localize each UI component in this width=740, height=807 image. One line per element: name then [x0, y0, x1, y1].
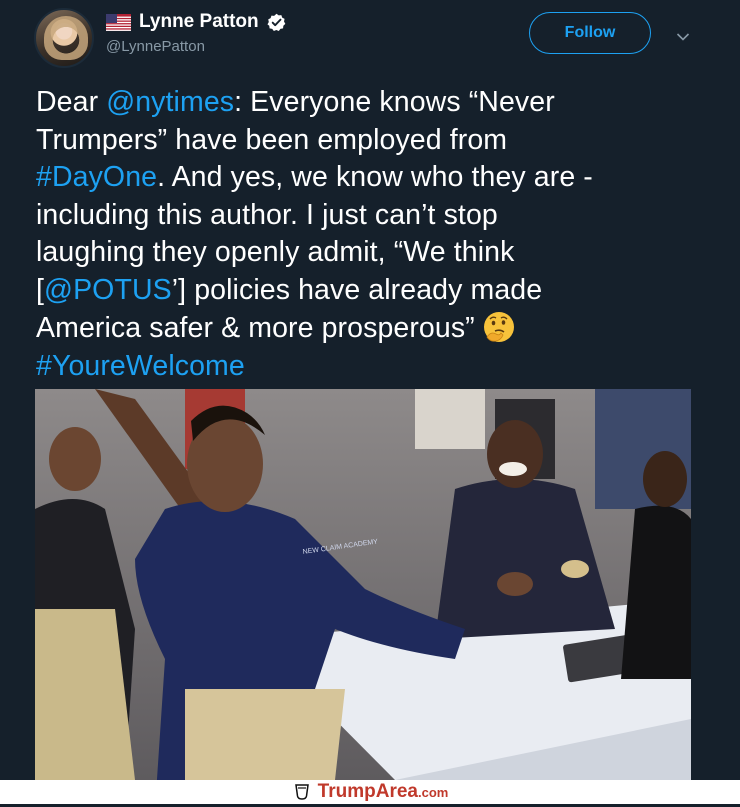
brand-domain: .com: [417, 785, 449, 800]
tweet-text-run: [: [36, 273, 45, 306]
name-row: Lynne Patton: [106, 9, 286, 35]
brand-logo-text[interactable]: TrumpArea.com: [318, 781, 449, 803]
tweet-text-run: ’] policies have already made: [171, 273, 543, 306]
tweet-line: #DayOne. And yes, we know who they are -: [36, 159, 716, 197]
follow-button[interactable]: Follow: [529, 12, 651, 54]
tweet-line: Trumpers” have been employed from: [36, 123, 508, 156]
mention-link-potus[interactable]: @POTUS: [44, 274, 172, 306]
tweet-line: #YoureWelcome: [36, 348, 716, 386]
tweet-card: Lynne Patton @LynnePatton Follow Dear @n…: [0, 0, 740, 780]
tweet-text: Dear @nytimes: Everyone knows “Never Tru…: [36, 84, 716, 385]
cup-icon: [292, 782, 312, 802]
tweet-text-run: . And yes, we know who they are -: [157, 161, 593, 193]
tweet-line: Dear @nytimes: Everyone knows “Never: [36, 84, 716, 122]
tweet-line: America safer & more prosperous”: [36, 309, 716, 348]
tweet-text-run: : Everyone knows “Never: [234, 86, 555, 118]
video-frame-illustration: NEW CLAIM ACADEMY: [35, 389, 691, 780]
display-name[interactable]: Lynne Patton: [139, 11, 259, 33]
watermark-bar: TrumpArea.com: [0, 780, 740, 804]
mention-link-nytimes[interactable]: @nytimes: [106, 86, 234, 118]
tweet-line: including this author. I just can’t stop: [36, 198, 498, 231]
tweet-line: laughing they openly admit, “We think: [36, 236, 515, 268]
user-handle[interactable]: @LynnePatton: [106, 38, 205, 55]
verified-badge-icon: [267, 13, 286, 32]
video-thumbnail[interactable]: NEW CLAIM ACADEMY: [35, 389, 691, 780]
us-flag-icon: [106, 13, 131, 31]
tweet-text-run: America safer & more prosperous”: [36, 312, 475, 344]
hashtag-link-dayone[interactable]: #DayOne: [36, 161, 157, 193]
thinking-face-icon: [481, 309, 517, 345]
tweet-line: [@POTUS’] policies have already made: [36, 272, 716, 310]
hashtag-link-yourewelcome[interactable]: #YoureWelcome: [36, 350, 245, 382]
tweet-text-run: Dear: [36, 86, 107, 118]
chevron-down-icon[interactable]: [676, 29, 690, 41]
brand-name: TrumpArea: [317, 781, 418, 802]
avatar[interactable]: [34, 8, 94, 68]
